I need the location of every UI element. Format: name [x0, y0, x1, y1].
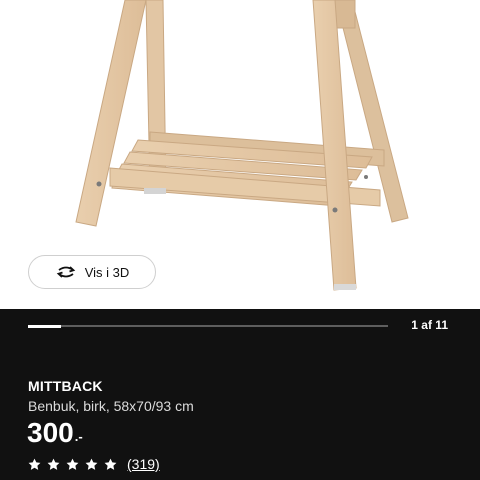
rotate-3d-icon [55, 264, 77, 280]
review-count-link[interactable]: (319) [127, 456, 160, 472]
gallery-progress-fill [28, 324, 61, 328]
product-image-gallery[interactable]: Vis i 3D [0, 0, 480, 309]
star-icon [47, 458, 60, 470]
star-icon [28, 458, 41, 470]
product-price: 300 .- [27, 417, 83, 449]
product-name: MITTBACK [28, 378, 103, 394]
product-info-panel: 1 af 11 MITTBACK Benbuk, birk, 58x70/93 … [0, 309, 480, 480]
gallery-counter: 1 af 11 [411, 318, 448, 332]
view-in-3d-label: Vis i 3D [84, 264, 130, 280]
star-icon [66, 458, 79, 470]
view-in-3d-button[interactable]: Vis i 3D [28, 255, 156, 289]
price-amount: 300 [27, 417, 74, 448]
product-rating[interactable]: (319) [27, 456, 160, 472]
price-suffix: .- [74, 429, 83, 444]
product-description: Benbuk, birk, 58x70/93 cm [28, 398, 194, 414]
gallery-progress-bar[interactable] [28, 324, 388, 328]
star-icon [104, 458, 117, 470]
star-icon [85, 458, 98, 470]
